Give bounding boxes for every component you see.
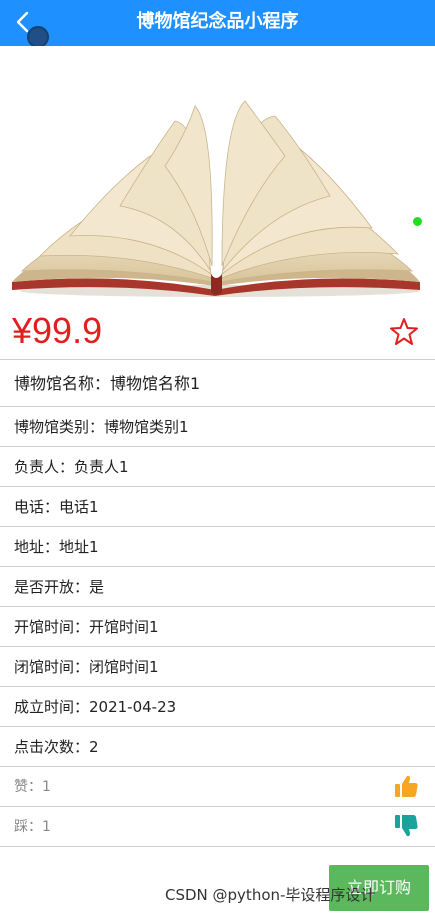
thumbs-down-icon[interactable]: [393, 813, 419, 839]
detail-row-museum-name: 博物馆名称：博物馆名称1: [0, 360, 435, 407]
detail-text: 开馆时间：开馆时间1: [14, 618, 159, 636]
detail-row-open-status: 是否开放：是: [0, 567, 435, 607]
product-image: [0, 46, 435, 302]
product-price: ¥99.9: [12, 310, 103, 351]
detail-row-manager: 负责人：负责人1: [0, 447, 435, 487]
page-title: 博物馆纪念品小程序: [136, 11, 299, 32]
detail-text: 电话：电话1: [14, 498, 99, 516]
detail-text: 是否开放：是: [14, 578, 105, 596]
detail-row-phone: 电话：电话1: [0, 487, 435, 527]
detail-row-click-count: 点击次数：2: [0, 727, 435, 767]
detail-text: 博物馆名称：博物馆名称1: [14, 374, 201, 393]
dislike-count: 踩：1: [14, 819, 51, 835]
price-row: ¥99.9: [0, 302, 435, 360]
status-dot: [413, 217, 422, 226]
top-nav-bar: 博物馆纪念品小程序: [0, 0, 435, 48]
detail-row-founded-date: 成立时间：2021-04-23: [0, 687, 435, 727]
detail-text: 博物馆类别：博物馆类别1: [14, 418, 189, 436]
detail-text: 成立时间：2021-04-23: [14, 698, 177, 716]
like-row: 赞：1: [0, 767, 435, 807]
detail-row-address: 地址：地址1: [0, 527, 435, 567]
star-outline-icon[interactable]: [389, 317, 419, 347]
detail-text: 点击次数：2: [14, 738, 99, 756]
detail-text: 地址：地址1: [14, 538, 99, 556]
dislike-row: 踩：1: [0, 807, 435, 847]
detail-row-museum-category: 博物馆类别：博物馆类别1: [0, 407, 435, 447]
detail-text: 闭馆时间：闭馆时间1: [14, 658, 159, 676]
watermark-text: CSDN @python-毕设程序设计: [165, 886, 376, 904]
thumbs-up-icon[interactable]: [393, 773, 419, 799]
detail-row-opening-time: 开馆时间：开馆时间1: [0, 607, 435, 647]
open-book-illustration: [12, 100, 420, 297]
detail-text: 负责人：负责人1: [14, 458, 129, 476]
detail-row-closing-time: 闭馆时间：闭馆时间1: [0, 647, 435, 687]
like-count: 赞：1: [14, 779, 51, 795]
